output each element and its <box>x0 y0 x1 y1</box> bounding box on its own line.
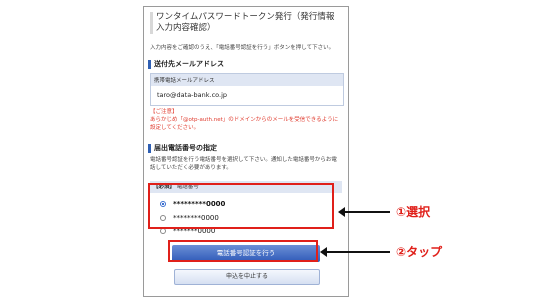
caution-heading: 【ご注意】 <box>150 109 178 115</box>
tel-description: 電話番号認証を行う電話番号を選択して下さい。通知した電話番号からお電話していただ… <box>150 157 337 171</box>
email-field-label: 携帯電話メールアドレス <box>151 74 343 86</box>
email-field: 携帯電話メールアドレス taro@data-bank.co.jp <box>150 73 344 106</box>
tap-highlight-box <box>168 240 318 262</box>
email-value: taro@data-bank.co.jp <box>157 91 228 99</box>
caution-text: あらかじめ「@otp-auth.net」のドメインからのメールを受信できるように… <box>150 117 339 131</box>
tap-arrow-icon <box>320 247 390 257</box>
page-description: 入力内容をご確認のうえ、「電話番号認証を行う」ボタンを押して下さい。 <box>150 45 335 51</box>
page-title: ワンタイムパスワードトークン発行（発行情報入力内容確認） <box>150 12 342 34</box>
select-callout: ①選択 <box>396 205 431 219</box>
tel-section-heading: 届出電話番号の指定 <box>148 144 344 153</box>
caution-notice: 【ご注意】 あらかじめ「@otp-auth.net」のドメインからのメールを受信… <box>150 108 342 132</box>
select-highlight-box <box>148 183 334 229</box>
tap-callout: ②タップ <box>396 245 443 259</box>
cancel-application-button[interactable]: 申込を中止する <box>174 269 320 285</box>
email-section-heading: 送付先メールアドレス <box>148 60 344 69</box>
select-arrow-icon <box>338 207 390 217</box>
